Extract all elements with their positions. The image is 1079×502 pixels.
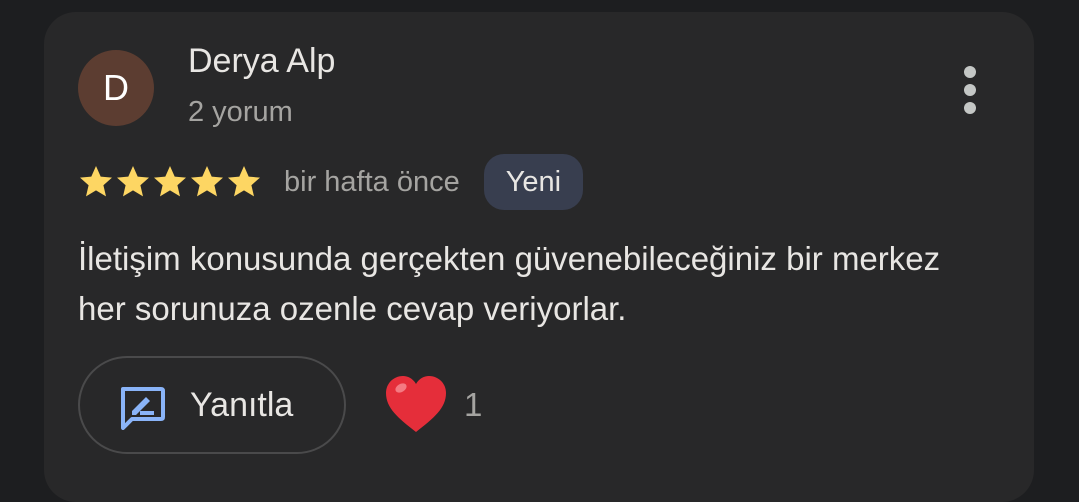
more-options-button[interactable] bbox=[950, 64, 990, 116]
review-count: 2 yorum bbox=[188, 96, 293, 128]
like-button[interactable] bbox=[384, 374, 448, 434]
avatar[interactable]: D bbox=[78, 50, 154, 126]
star-rating bbox=[78, 164, 262, 200]
new-badge: Yeni bbox=[483, 154, 584, 210]
heart-icon bbox=[386, 376, 446, 432]
star-icon bbox=[191, 166, 223, 197]
review-card: D Derya Alp 2 yorum bir hafta önce Yeni … bbox=[44, 12, 1034, 502]
author-name[interactable]: Derya Alp bbox=[188, 42, 335, 81]
review-time: bir hafta önce bbox=[284, 165, 460, 198]
star-icon bbox=[117, 166, 149, 197]
more-vertical-icon bbox=[964, 66, 976, 114]
reply-button[interactable]: Yanıtla bbox=[78, 356, 346, 454]
star-icon bbox=[154, 166, 186, 197]
review-text: İletişim konusunda gerçekten güvenebilec… bbox=[78, 240, 941, 327]
like-count: 1 bbox=[464, 386, 483, 423]
reply-icon bbox=[121, 387, 165, 430]
reply-label: Yanıtla bbox=[190, 386, 294, 424]
rating-row: bir hafta önce Yeni bbox=[78, 154, 584, 210]
star-icon bbox=[80, 166, 112, 197]
star-icon bbox=[228, 166, 260, 197]
